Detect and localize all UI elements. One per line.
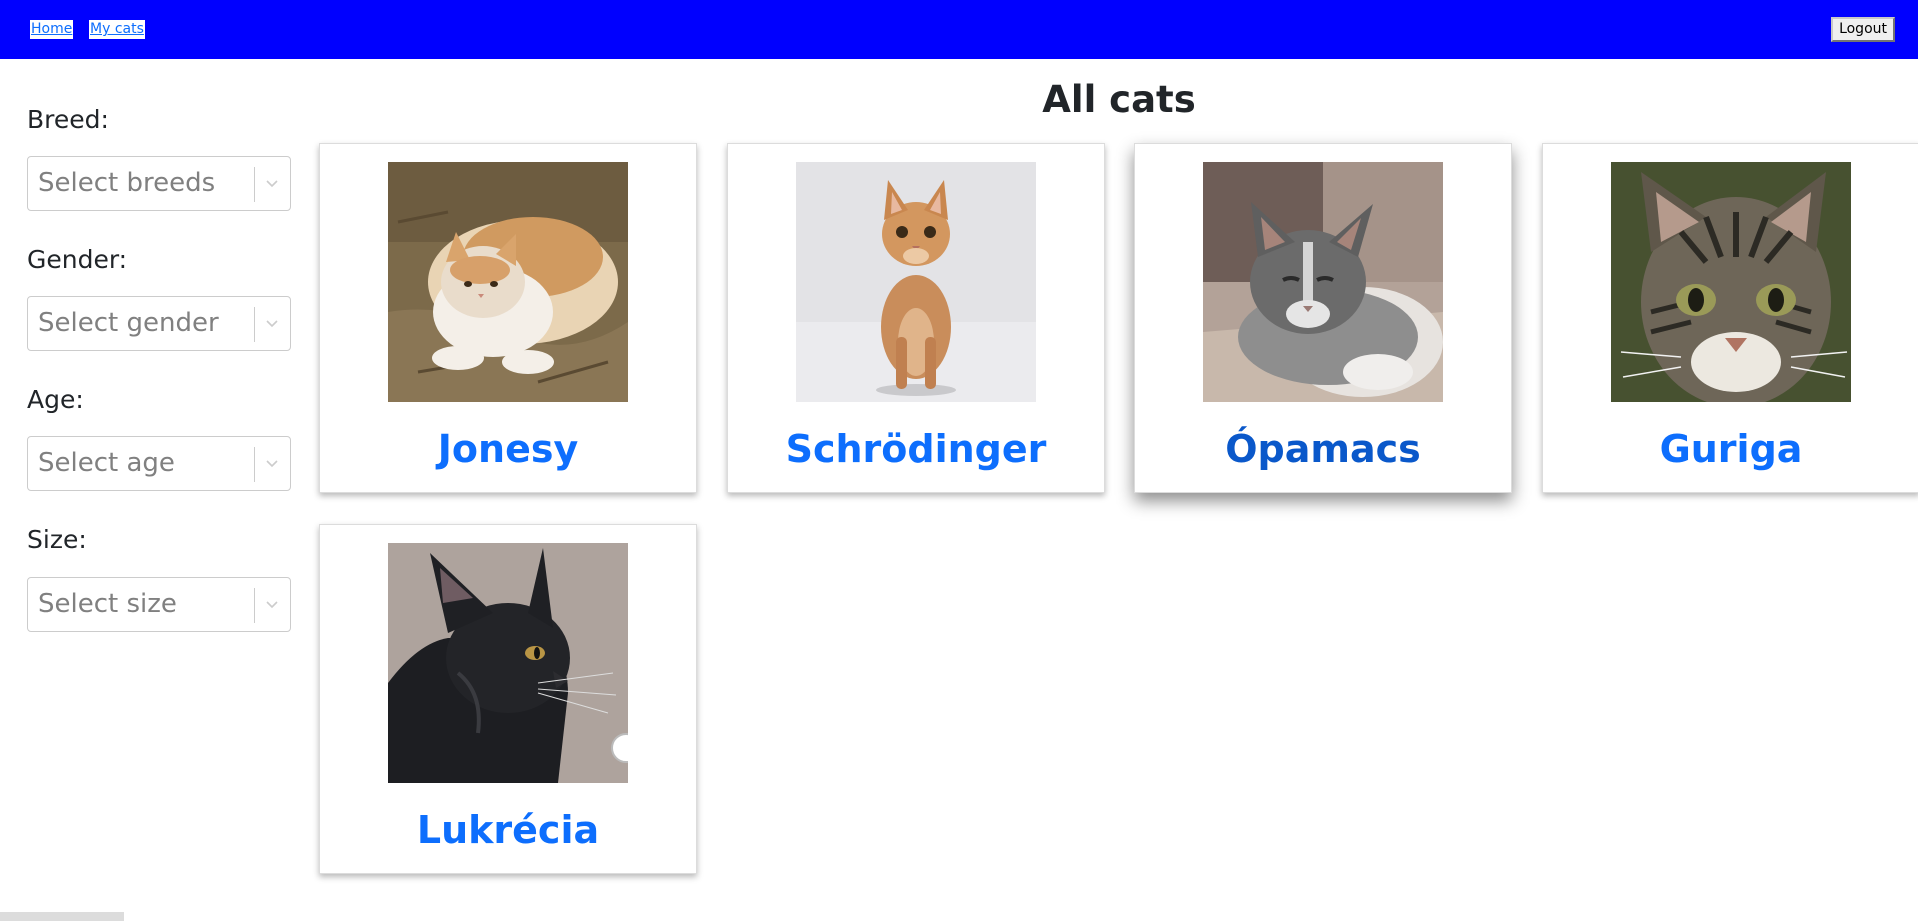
gender-select[interactable]: Select gender bbox=[27, 296, 291, 351]
size-filter-label: Size: bbox=[27, 525, 87, 554]
chevron-down-icon[interactable] bbox=[264, 315, 280, 331]
cat-name[interactable]: Ópamacs bbox=[1135, 427, 1511, 471]
select-separator bbox=[254, 167, 255, 202]
chevron-down-icon[interactable] bbox=[264, 596, 280, 612]
cat-name[interactable]: Schrödinger bbox=[728, 427, 1104, 471]
size-select[interactable]: Select size bbox=[27, 577, 291, 632]
page-title: All cats bbox=[1042, 78, 1196, 121]
cat-card-guriga[interactable]: Guriga bbox=[1542, 143, 1918, 493]
select-separator bbox=[254, 588, 255, 623]
cat-card-lukrecia[interactable]: Lukrécia bbox=[319, 524, 697, 874]
age-filter-label: Age: bbox=[27, 385, 84, 414]
cat-name[interactable]: Jonesy bbox=[320, 427, 696, 471]
cat-card-jonesy[interactable]: Jonesy bbox=[319, 143, 697, 493]
nav-my-cats-link[interactable]: My cats bbox=[89, 20, 145, 39]
cat-card-opamacs[interactable]: Ópamacs bbox=[1134, 143, 1512, 493]
logout-button[interactable]: Logout bbox=[1831, 17, 1895, 42]
gender-filter-label: Gender: bbox=[27, 245, 128, 274]
nav-home-link[interactable]: Home bbox=[30, 20, 74, 39]
age-select[interactable]: Select age bbox=[27, 436, 291, 491]
cat-name[interactable]: Lukrécia bbox=[320, 808, 696, 852]
cat-name[interactable]: Guriga bbox=[1543, 427, 1918, 471]
top-navbar: Home My cats Logout bbox=[0, 0, 1918, 59]
age-select-placeholder: Select age bbox=[38, 448, 175, 478]
cat-photo bbox=[1611, 162, 1851, 402]
select-separator bbox=[254, 307, 255, 342]
chevron-down-icon[interactable] bbox=[264, 175, 280, 191]
breed-filter-label: Breed: bbox=[27, 105, 109, 134]
chevron-down-icon[interactable] bbox=[264, 455, 280, 471]
cat-photo bbox=[388, 543, 628, 783]
cat-photo bbox=[388, 162, 628, 402]
size-select-placeholder: Select size bbox=[38, 589, 177, 619]
breed-select-placeholder: Select breeds bbox=[38, 168, 216, 198]
select-separator bbox=[254, 447, 255, 482]
breed-select[interactable]: Select breeds bbox=[27, 156, 291, 211]
horizontal-scrollbar[interactable] bbox=[0, 912, 124, 921]
cat-photo bbox=[796, 162, 1036, 402]
cat-photo bbox=[1203, 162, 1443, 402]
gender-select-placeholder: Select gender bbox=[38, 308, 219, 338]
cat-card-schrodinger[interactable]: Schrödinger bbox=[727, 143, 1105, 493]
